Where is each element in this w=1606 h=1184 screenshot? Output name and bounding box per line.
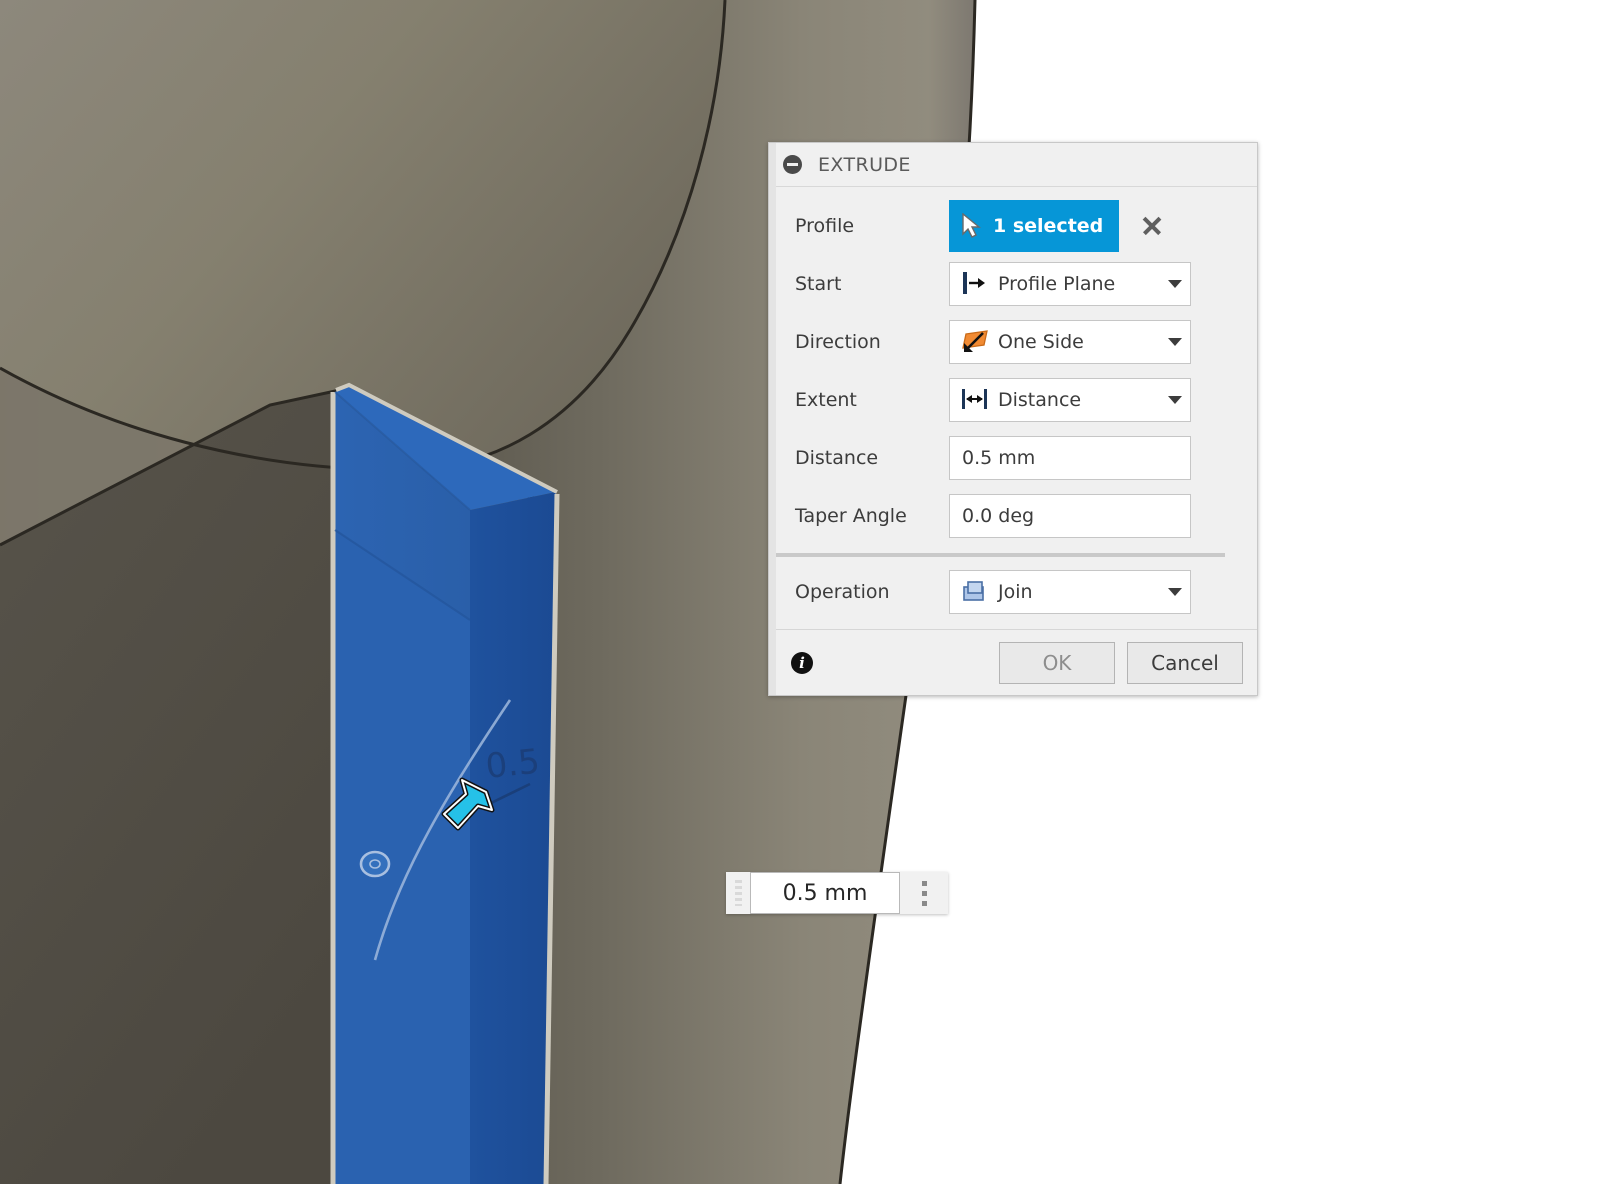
profile-plane-icon <box>960 270 990 298</box>
start-value: Profile Plane <box>998 273 1116 295</box>
operation-value: Join <box>998 581 1033 603</box>
rib-front-lower-face <box>335 530 470 1184</box>
options-dots-icon[interactable] <box>900 872 948 914</box>
row-taper-angle: Taper Angle 0.0 deg <box>769 487 1257 545</box>
label-distance: Distance <box>795 447 879 469</box>
rib-side-face <box>470 492 556 1184</box>
extrude-manipulator-handle[interactable] <box>359 850 391 878</box>
start-dropdown[interactable]: Profile Plane <box>949 262 1191 306</box>
extrude-dialog[interactable]: EXTRUDE Profile 1 selected Start Profile… <box>768 142 1258 696</box>
distance-extent-icon <box>960 386 990 414</box>
cursor-arrow-icon <box>962 213 981 238</box>
profile-selection-text: 1 selected <box>993 215 1104 237</box>
distance-input[interactable]: 0.5 mm <box>949 436 1191 480</box>
direction-dropdown[interactable]: One Side <box>949 320 1191 364</box>
row-profile: Profile 1 selected <box>769 197 1257 255</box>
chevron-down-icon[interactable] <box>1168 338 1182 346</box>
dialog-footer: i OK Cancel <box>769 629 1257 695</box>
row-start: Start Profile Plane <box>769 255 1257 313</box>
dialog-title: EXTRUDE <box>818 153 911 176</box>
direction-value: One Side <box>998 331 1084 353</box>
clear-selection-x-icon[interactable] <box>1139 213 1165 239</box>
distance-value: 0.5 mm <box>962 447 1036 469</box>
info-icon[interactable]: i <box>791 651 813 674</box>
chevron-down-icon[interactable] <box>1168 280 1182 288</box>
label-profile: Profile <box>795 215 855 237</box>
manipulator-value-input[interactable]: 0.5 mm <box>726 872 948 914</box>
label-direction: Direction <box>795 331 881 353</box>
join-operation-icon <box>960 578 990 606</box>
taper-angle-value: 0.0 deg <box>962 505 1035 527</box>
section-divider <box>773 553 1225 557</box>
dialog-body: Profile 1 selected Start Profile Plane D… <box>769 187 1257 629</box>
one-side-icon <box>960 328 990 356</box>
manipulator-value-field[interactable]: 0.5 mm <box>750 872 900 914</box>
manipulator-value-text: 0.5 mm <box>782 880 868 906</box>
drag-grip-icon[interactable] <box>726 872 750 914</box>
profile-selection-button[interactable]: 1 selected <box>949 200 1120 252</box>
label-start: Start <box>795 273 842 295</box>
row-operation: Operation Join <box>769 563 1257 621</box>
chevron-down-icon[interactable] <box>1168 588 1182 596</box>
label-operation: Operation <box>795 581 890 603</box>
dialog-drag-grip[interactable] <box>769 143 776 695</box>
chevron-down-icon[interactable] <box>1168 396 1182 404</box>
ok-button[interactable]: OK <box>999 641 1115 684</box>
cancel-button[interactable]: Cancel <box>1127 641 1243 684</box>
row-direction: Direction One Side <box>769 313 1257 371</box>
dialog-title-bar[interactable]: EXTRUDE <box>769 143 1257 187</box>
row-extent: Extent Distance <box>769 371 1257 429</box>
label-taper-angle: Taper Angle <box>795 505 907 527</box>
collapse-minus-icon[interactable] <box>783 155 802 174</box>
taper-angle-input[interactable]: 0.0 deg <box>949 494 1191 538</box>
extent-dropdown[interactable]: Distance <box>949 378 1191 422</box>
row-distance: Distance 0.5 mm <box>769 429 1257 487</box>
extent-value: Distance <box>998 389 1082 411</box>
operation-dropdown[interactable]: Join <box>949 570 1191 614</box>
onscreen-dimension-label: 0.5 <box>484 742 542 787</box>
label-extent: Extent <box>795 389 857 411</box>
